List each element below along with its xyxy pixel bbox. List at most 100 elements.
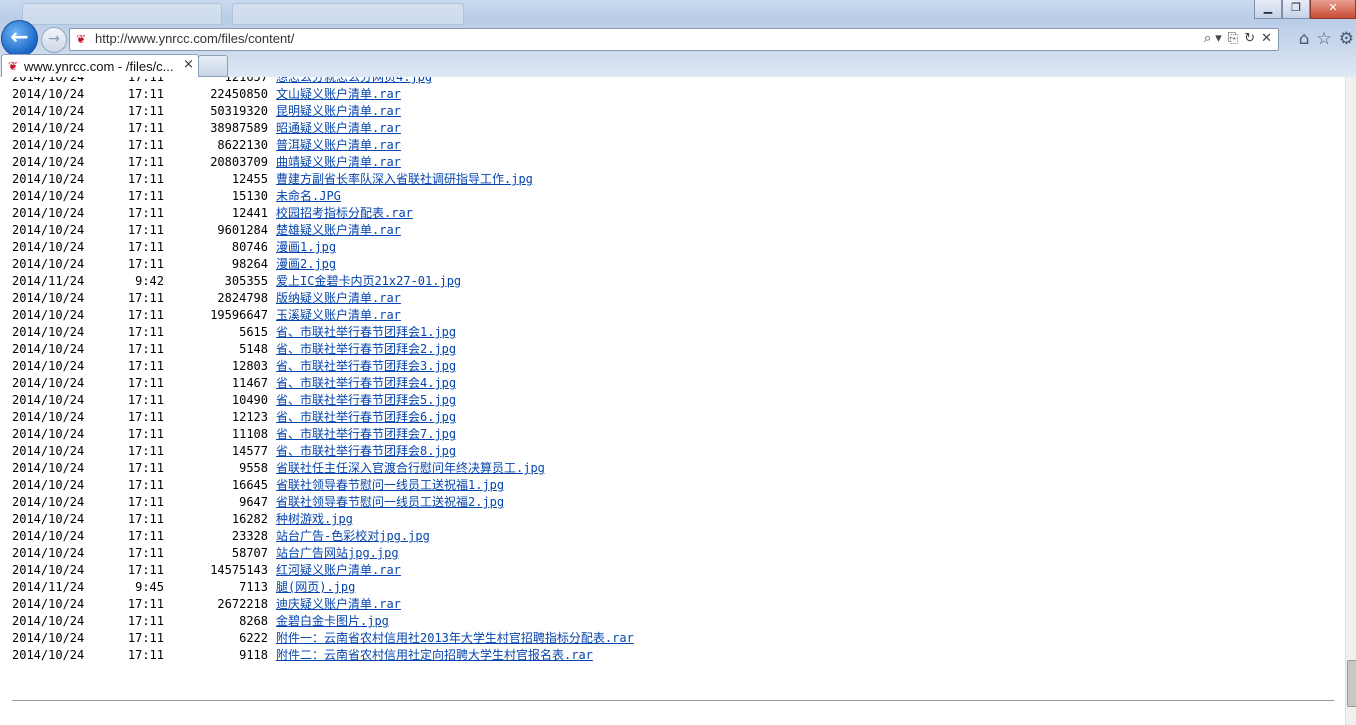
file-link[interactable]: 楚雄疑义账户清单.rar: [276, 222, 401, 239]
search-dropdown-icon[interactable]: ⌕ ▾: [1204, 30, 1222, 48]
file-time: 17:11: [127, 631, 164, 645]
file-link[interactable]: 省、市联社举行春节团拜会1.jpg: [276, 324, 456, 341]
file-size: 80746: [231, 240, 268, 254]
file-time: 17:11: [127, 155, 164, 169]
file-size: 11467: [231, 376, 268, 390]
file-date: 2014/10/24: [12, 614, 85, 628]
file-link[interactable]: 版纳疑义账户清单.rar: [276, 290, 401, 307]
address-url[interactable]: http://www.ynrcc.com/files/content/: [95, 31, 294, 46]
file-size: 12441: [231, 206, 268, 220]
file-size: 20803709: [210, 155, 268, 169]
file-link[interactable]: 校园招考指标分配表.rar: [276, 205, 413, 222]
file-link[interactable]: 漫画2.jpg: [276, 256, 336, 273]
file-date: 2014/10/24: [12, 546, 85, 560]
back-button[interactable]: ←: [1, 20, 38, 57]
file-size: 14575143: [210, 563, 268, 577]
site-favicon-icon: ❦: [75, 32, 87, 46]
minimize-button[interactable]: ▁: [1254, 0, 1282, 19]
file-size: 9558: [239, 461, 268, 475]
file-link[interactable]: 省联社任主任深入官渡合行慰问年终决算员工.jpg: [276, 460, 545, 477]
compatibility-view-icon[interactable]: ⎘: [1228, 30, 1238, 48]
file-date: 2014/10/24: [12, 87, 85, 101]
tab-title: www.ynrcc.com - /files/c...: [24, 59, 174, 74]
scrollbar-thumb[interactable]: [1347, 660, 1356, 707]
file-link[interactable]: 附件一：云南省农村信用社2013年大学生村官招聘指标分配表.rar: [276, 630, 634, 647]
file-link[interactable]: 想怎么分就怎么分网页4.jpg: [276, 77, 432, 86]
file-date: 2014/10/24: [12, 393, 85, 407]
file-link[interactable]: 省、市联社举行春节团拜会4.jpg: [276, 375, 456, 392]
file-link[interactable]: 腿(网页).jpg: [276, 579, 355, 596]
file-link[interactable]: 金碧白金卡图片.jpg: [276, 613, 389, 630]
file-link[interactable]: 省联社领导春节慰问一线员工送祝福1.jpg: [276, 477, 504, 494]
file-link[interactable]: 文山疑义账户清单.rar: [276, 86, 401, 103]
file-link[interactable]: 省、市联社举行春节团拜会2.jpg: [276, 341, 456, 358]
file-link[interactable]: 省、市联社举行春节团拜会5.jpg: [276, 392, 456, 409]
file-link[interactable]: 站台广告-色彩校对jpg.jpg: [276, 528, 430, 545]
tools-gear-icon[interactable]: ⚙: [1339, 29, 1354, 49]
file-link[interactable]: 省、市联社举行春节团拜会6.jpg: [276, 409, 456, 426]
file-size: 11108: [231, 427, 268, 441]
file-date: 2014/10/24: [12, 359, 85, 373]
refresh-icon[interactable]: ↻: [1244, 30, 1255, 48]
file-size: 8622130: [217, 138, 268, 152]
file-date: 2014/10/24: [12, 257, 85, 271]
file-link[interactable]: 昆明疑义账户清单.rar: [276, 103, 401, 120]
file-time: 17:11: [127, 648, 164, 662]
file-size: 6222: [239, 631, 268, 645]
forward-button[interactable]: →: [41, 27, 67, 53]
file-link[interactable]: 省、市联社举行春节团拜会8.jpg: [276, 443, 456, 460]
file-date: 2014/10/24: [12, 121, 85, 135]
stop-icon[interactable]: ✕: [1261, 30, 1272, 48]
file-link[interactable]: 省联社领导春节慰问一线员工送祝福2.jpg: [276, 494, 504, 511]
file-link[interactable]: 红河疑义账户清单.rar: [276, 562, 401, 579]
file-date: 2014/10/24: [12, 427, 85, 441]
file-date: 2014/10/24: [12, 648, 85, 662]
file-link[interactable]: 昭通疑义账户清单.rar: [276, 120, 401, 137]
arrow-left-icon: ←: [10, 25, 29, 50]
file-date: 2014/10/24: [12, 529, 85, 543]
file-size: 9647: [239, 495, 268, 509]
file-time: 17:11: [127, 308, 164, 322]
home-icon[interactable]: ⌂: [1299, 29, 1310, 49]
tab-close-icon[interactable]: ×: [183, 57, 194, 72]
file-date: 2014/10/24: [12, 342, 85, 356]
vertical-scrollbar[interactable]: [1345, 77, 1356, 725]
file-link[interactable]: 普洱疑义账户清单.rar: [276, 137, 401, 154]
file-link[interactable]: 漫画1.jpg: [276, 239, 336, 256]
favorites-star-icon[interactable]: ☆: [1317, 29, 1332, 49]
restore-button[interactable]: ❐: [1282, 0, 1310, 19]
file-time: 17:11: [127, 87, 164, 101]
file-date: 2014/10/24: [12, 308, 85, 322]
file-time: 17:11: [127, 121, 164, 135]
file-link[interactable]: 爱上IC金碧卡内页21x27-01.jpg: [276, 273, 461, 290]
file-date: 2014/10/24: [12, 138, 85, 152]
file-date: 2014/10/24: [12, 478, 85, 492]
tab-row: ❦ www.ynrcc.com - /files/c... ×: [0, 54, 1356, 77]
file-link[interactable]: 站台广告网站jpg.jpg: [276, 545, 399, 562]
file-time: 17:11: [127, 410, 164, 424]
file-link[interactable]: 曲靖疑义账户清单.rar: [276, 154, 401, 171]
background-tab-1[interactable]: [22, 3, 222, 25]
file-date: 2014/10/24: [12, 325, 85, 339]
file-size: 50319320: [210, 104, 268, 118]
file-link[interactable]: 玉溪疑义账户清单.rar: [276, 307, 401, 324]
address-bar[interactable]: ❦ http://www.ynrcc.com/files/content/ ⌕ …: [69, 28, 1279, 51]
file-date: 2014/11/24: [12, 580, 85, 594]
file-link[interactable]: 曹建方副省长率队深入省联社调研指导工作.jpg: [276, 171, 533, 188]
file-size: 9601284: [217, 223, 268, 237]
file-link[interactable]: 未命名.JPG: [276, 188, 341, 205]
file-link[interactable]: 附件二：云南省农村信用社定向招聘大学生村官报名表.rar: [276, 647, 593, 664]
file-time: 17:11: [127, 393, 164, 407]
file-link[interactable]: 种树游戏.jpg: [276, 511, 353, 528]
file-link[interactable]: 省、市联社举行春节团拜会3.jpg: [276, 358, 456, 375]
file-time: 17:11: [127, 495, 164, 509]
file-size: 305355: [224, 274, 268, 288]
background-tab-2[interactable]: [232, 3, 464, 25]
close-window-button[interactable]: ✕: [1310, 0, 1356, 19]
tab-active[interactable]: ❦ www.ynrcc.com - /files/c... ×: [1, 54, 199, 77]
file-size: 58707: [231, 546, 268, 560]
new-tab-button[interactable]: [198, 55, 228, 77]
file-date: 2014/10/24: [12, 291, 85, 305]
file-link[interactable]: 迪庆疑义账户清单.rar: [276, 596, 401, 613]
file-link[interactable]: 省、市联社举行春节团拜会7.jpg: [276, 426, 456, 443]
